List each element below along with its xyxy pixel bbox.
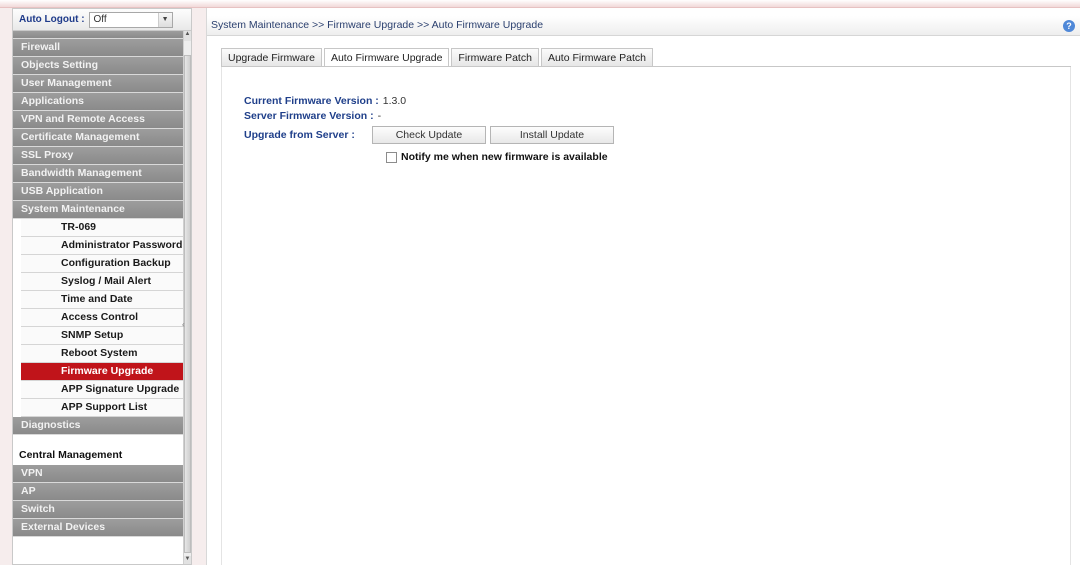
server-version-row: Server Firmware Version :-: [244, 110, 381, 122]
sidebar-item-bandwidth-management[interactable]: Bandwidth Management: [13, 165, 185, 183]
current-version-value: 1.3.0: [382, 95, 407, 107]
sidebar-item-firewall[interactable]: Firewall: [13, 39, 185, 57]
sidebar-item-system-maintenance[interactable]: System Maintenance: [13, 201, 185, 219]
current-version-row: Current Firmware Version :1.3.0: [244, 95, 406, 107]
tab-bar: Upgrade Firmware Auto Firmware Upgrade F…: [221, 48, 655, 67]
scroll-up-icon[interactable]: ▲: [184, 31, 191, 41]
submenu-item-syslog-mail-alert[interactable]: Syslog / Mail Alert: [21, 273, 183, 291]
submenu-item-reboot-system[interactable]: Reboot System: [21, 345, 183, 363]
central-management-heading: Central Management: [13, 445, 185, 465]
sidebar-item-applications[interactable]: Applications: [13, 93, 185, 111]
submenu-item-app-support-list[interactable]: APP Support List: [21, 399, 183, 417]
sidebar-item-certificate-management[interactable]: Certificate Management: [13, 129, 185, 147]
server-version-value: -: [377, 110, 382, 122]
upgrade-from-server-label: Upgrade from Server :: [244, 129, 355, 141]
sidebar-item-usb-application[interactable]: USB Application: [13, 183, 185, 201]
submenu-item-configuration-backup[interactable]: Configuration Backup: [21, 255, 183, 273]
content-frame: System Maintenance >> Firmware Upgrade >…: [206, 8, 1080, 565]
scroll-down-icon[interactable]: ▼: [184, 556, 191, 564]
sidebar-gap: [13, 435, 185, 445]
sidebar: Firewall Objects Setting User Management…: [12, 30, 192, 565]
current-version-label: Current Firmware Version :: [244, 95, 379, 107]
tab-auto-firmware-patch[interactable]: Auto Firmware Patch: [540, 48, 653, 67]
sidebar-item-ssl-proxy[interactable]: SSL Proxy: [13, 147, 185, 165]
server-version-label: Server Firmware Version :: [244, 110, 374, 122]
notify-label: Notify me when new firmware is available: [401, 151, 608, 163]
auto-logout-bar: Auto Logout : Off ▼: [12, 8, 192, 30]
collapse-sidebar-icon[interactable]: ‹: [182, 320, 190, 336]
sidebar-item-external-devices[interactable]: External Devices: [13, 519, 185, 537]
sidebar-item-objects-setting[interactable]: Objects Setting: [13, 57, 185, 75]
sidebar-item-switch[interactable]: Switch: [13, 501, 185, 519]
submenu-item-time-and-date[interactable]: Time and Date: [21, 291, 183, 309]
scrollbar-thumb[interactable]: [184, 55, 191, 553]
chevron-down-icon[interactable]: ▼: [157, 12, 172, 27]
submenu-item-administrator-password[interactable]: Administrator Password: [21, 237, 183, 255]
auto-logout-select[interactable]: Off ▼: [88, 11, 173, 28]
sidebar-item-user-management[interactable]: User Management: [13, 75, 185, 93]
check-update-button[interactable]: Check Update: [372, 126, 486, 144]
install-update-button[interactable]: Install Update: [490, 126, 614, 144]
tab-auto-firmware-upgrade[interactable]: Auto Firmware Upgrade: [323, 48, 450, 67]
help-icon[interactable]: ?: [1063, 20, 1075, 32]
tab-upgrade-firmware[interactable]: Upgrade Firmware: [221, 48, 322, 67]
notify-checkbox[interactable]: [386, 151, 397, 163]
submenu-item-access-control[interactable]: Access Control: [21, 309, 183, 327]
auto-logout-value: Off: [93, 14, 107, 25]
submenu-item-firmware-upgrade[interactable]: Firmware Upgrade: [21, 363, 183, 381]
submenu-item-snmp-setup[interactable]: SNMP Setup: [21, 327, 183, 345]
breadcrumb-bar: System Maintenance >> Firmware Upgrade >…: [207, 16, 1080, 36]
auto-logout-label: Auto Logout :: [19, 14, 85, 25]
tab-panel: Current Firmware Version :1.3.0 Server F…: [221, 67, 1071, 565]
sidebar-item-diagnostics[interactable]: Diagnostics: [13, 417, 185, 435]
sidebar-item-vpn[interactable]: VPN: [13, 465, 185, 483]
top-border: [0, 0, 1080, 8]
sidebar-scrollbar[interactable]: ▲ ▼: [183, 31, 191, 564]
sidebar-item-ap[interactable]: AP: [13, 483, 185, 501]
sidebar-menu: Firewall Objects Setting User Management…: [13, 31, 185, 537]
sidebar-item-vpn-remote-access[interactable]: VPN and Remote Access: [13, 111, 185, 129]
notify-row: Notify me when new firmware is available: [386, 151, 608, 163]
tab-firmware-patch[interactable]: Firmware Patch: [451, 48, 539, 67]
submenu-item-tr069[interactable]: TR-069: [21, 219, 183, 237]
upgrade-from-server-row: Upgrade from Server :: [244, 129, 355, 141]
submenu-item-app-signature-upgrade[interactable]: APP Signature Upgrade: [21, 381, 183, 399]
breadcrumb: System Maintenance >> Firmware Upgrade >…: [211, 19, 544, 31]
sidebar-item-nat[interactable]: [13, 31, 185, 39]
